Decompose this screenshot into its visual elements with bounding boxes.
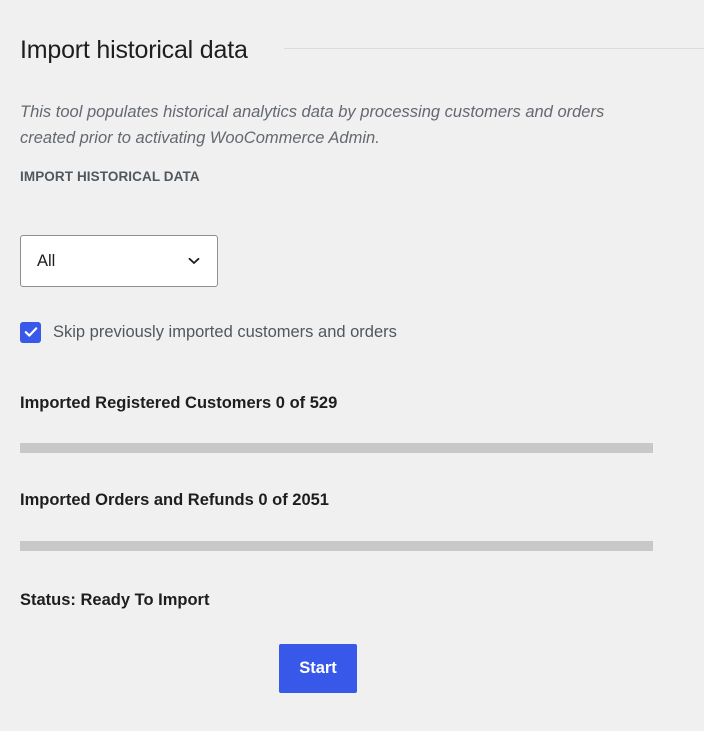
import-period-select[interactable]: All: [20, 235, 218, 287]
import-status: Status: Ready To Import: [20, 591, 210, 609]
skip-imported-label: Skip previously imported customers and o…: [53, 322, 397, 341]
import-field-label: IMPORT HISTORICAL DATA: [20, 169, 200, 184]
customers-progress-label: Imported Registered Customers 0 of 529: [20, 394, 338, 412]
title-divider: [283, 47, 704, 49]
skip-imported-checkbox[interactable]: [20, 321, 41, 343]
tool-description: This tool populates historical analytics…: [20, 103, 605, 147]
page-title: Import historical data: [20, 35, 248, 64]
section-header: Import historical data: [20, 30, 704, 70]
import-historical-data-panel: Import historical data This tool populat…: [0, 0, 704, 731]
skip-imported-option: Skip previously imported customers and o…: [20, 321, 397, 343]
start-button[interactable]: Start: [279, 644, 357, 693]
orders-progress-label: Imported Orders and Refunds 0 of 2051: [20, 491, 329, 509]
import-period-selected-value: All: [37, 251, 56, 270]
checkmark-icon: [24, 327, 37, 337]
customers-progress-bar: [20, 443, 653, 453]
chevron-down-icon: [187, 254, 201, 268]
orders-progress-bar: [20, 541, 653, 551]
